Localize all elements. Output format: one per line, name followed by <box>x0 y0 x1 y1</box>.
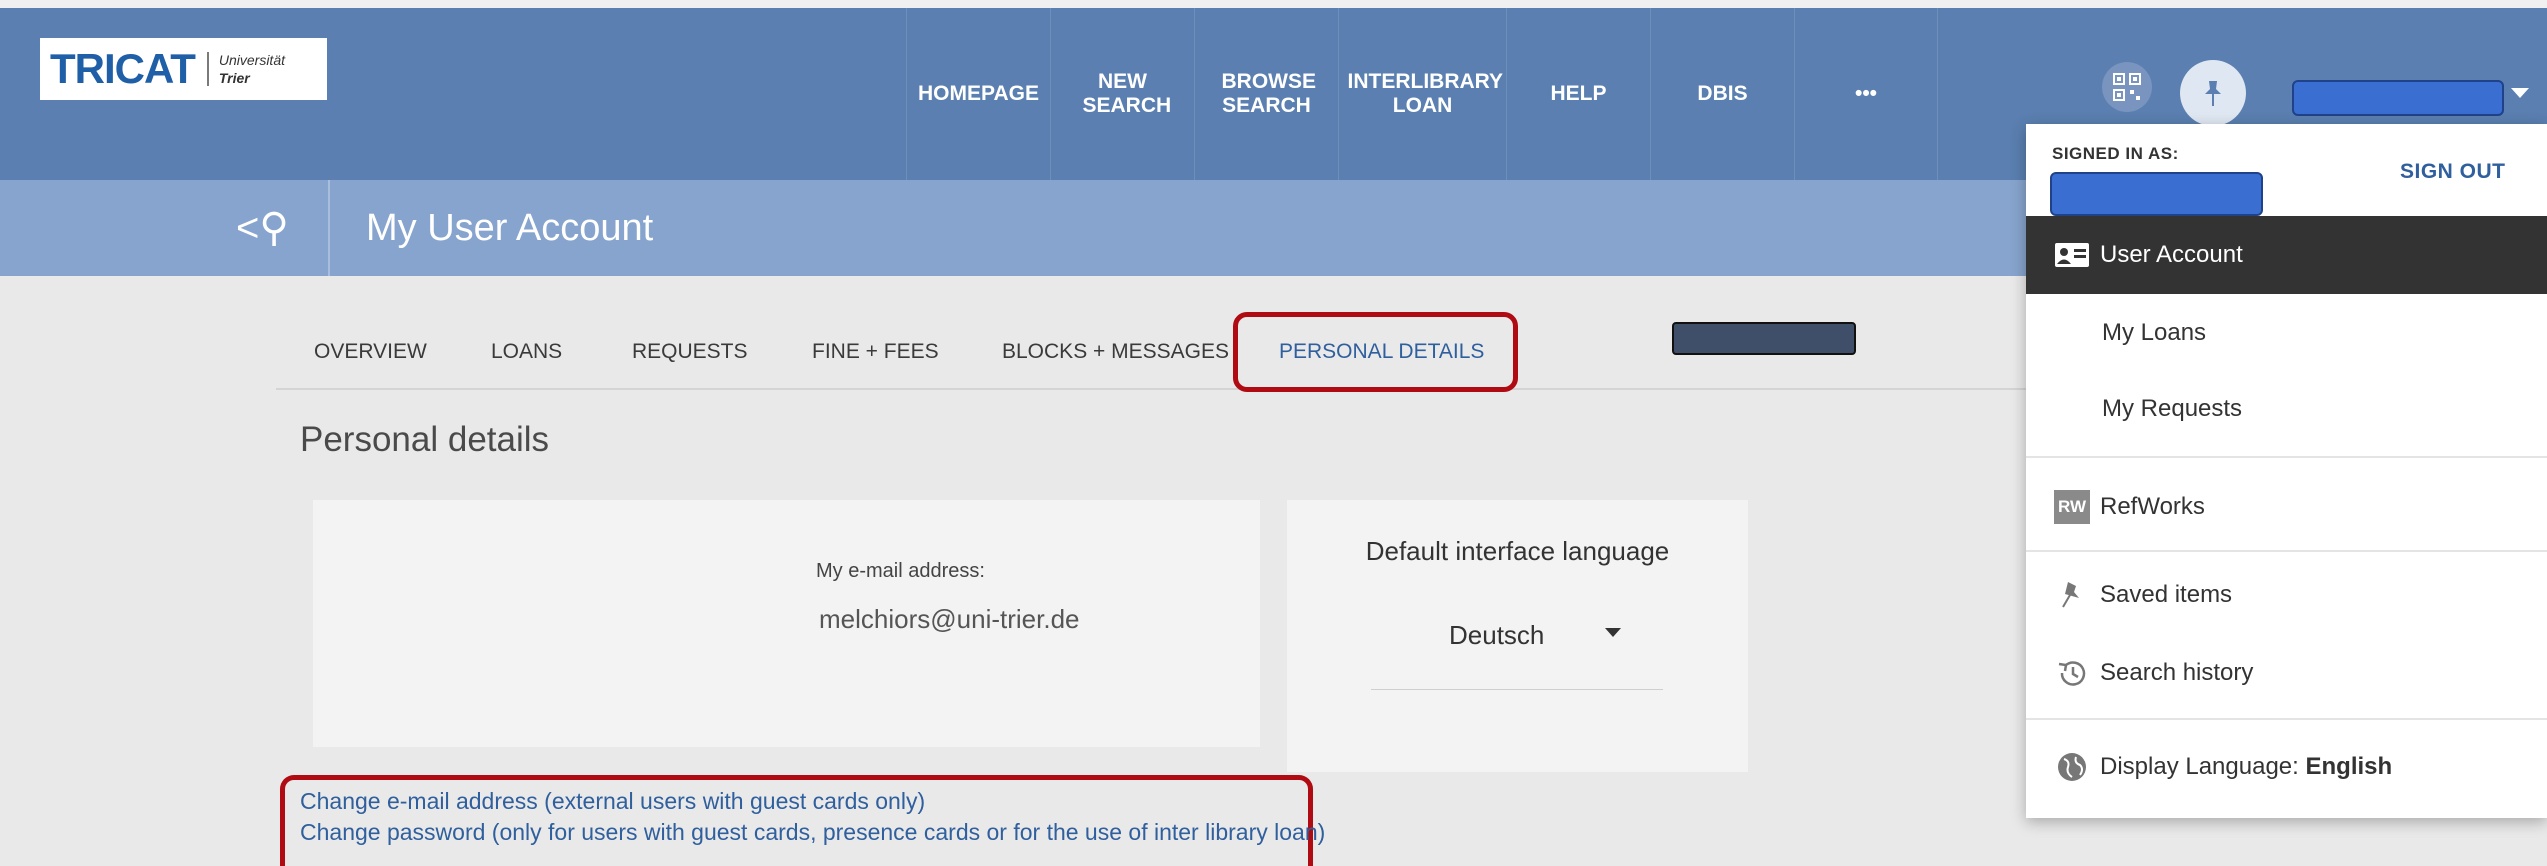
logo-university-line1: Universität <box>218 52 285 68</box>
nav-dbis[interactable]: DBIS <box>1650 8 1794 180</box>
id-card-icon <box>2052 242 2092 268</box>
tab-overview[interactable]: OVERVIEW <box>314 340 427 364</box>
browser-top-strip <box>0 0 2547 8</box>
pin-icon <box>2052 580 2092 610</box>
menu-item-user-account-label: User Account <box>2100 241 2243 268</box>
nav-browse-search[interactable]: BROWSE SEARCH <box>1194 8 1338 180</box>
refworks-badge: RW <box>2054 490 2090 524</box>
signed-in-username <box>2050 172 2263 216</box>
menu-item-my-requests[interactable]: My Requests <box>2026 370 2547 448</box>
section-title: Personal details <box>300 420 550 459</box>
menu-item-refworks-label: RefWorks <box>2100 493 2205 520</box>
refworks-icon: RW <box>2052 490 2092 524</box>
language-title: Default interface language <box>1365 536 1670 566</box>
main-nav: HOMEPAGE NEW SEARCH BROWSE SEARCH INTERL… <box>906 8 1938 180</box>
signed-in-label: SIGNED IN AS: <box>2052 144 2179 163</box>
display-language-prefix: Display Language: <box>2100 753 2306 780</box>
user-dropdown-menu: SIGNED IN AS: SIGN OUT User Account My L… <box>2026 124 2547 818</box>
email-value: melchiors@uni-trier.de <box>819 604 1080 634</box>
nav-dbis-label: DBIS <box>1697 82 1748 105</box>
tab-requests[interactable]: REQUESTS <box>632 340 748 364</box>
logo-university-line2: Trier <box>218 70 250 86</box>
menu-item-my-requests-label: My Requests <box>2102 395 2243 422</box>
nav-help-label: HELP <box>1550 82 1607 105</box>
sub-header-divider <box>328 180 330 276</box>
nav-interlibrary-loan-label: INTERLIBRARY LOAN <box>1347 70 1504 117</box>
menu-item-user-account[interactable]: User Account <box>2026 216 2547 294</box>
nav-help[interactable]: HELP <box>1506 8 1650 180</box>
nav-more[interactable]: ••• <box>1794 8 1938 180</box>
menu-item-my-loans[interactable]: My Loans <box>2026 294 2547 372</box>
change-password-link[interactable]: Change password (only for users with gue… <box>300 819 1325 846</box>
nav-new-search-label: NEW SEARCH <box>1082 70 1172 117</box>
history-icon <box>2052 658 2092 688</box>
tricat-logo[interactable]: TRICAT Universität Trier <box>40 38 327 100</box>
nav-browse-search-label: BROWSE SEARCH <box>1221 70 1317 117</box>
nav-homepage[interactable]: HOMEPAGE <box>906 8 1050 180</box>
language-select-value: Deutsch <box>1449 620 1545 650</box>
more-icon: ••• <box>1854 82 1878 105</box>
menu-divider <box>2026 718 2547 720</box>
menu-item-search-history[interactable]: Search history <box>2026 634 2547 712</box>
tab-fines[interactable]: FINE + FEES <box>812 340 939 364</box>
menu-item-saved-items[interactable]: Saved items <box>2026 556 2547 634</box>
change-email-link[interactable]: Change e-mail address (external users wi… <box>300 788 925 815</box>
sign-out-button[interactable]: SIGN OUT <box>2400 160 2506 184</box>
nav-new-search[interactable]: NEW SEARCH <box>1050 8 1194 180</box>
menu-divider <box>2026 550 2547 552</box>
tab-blocks[interactable]: BLOCKS + MESSAGES <box>1002 340 1229 364</box>
menu-item-refworks[interactable]: RW RefWorks <box>2026 468 2547 546</box>
menu-item-saved-items-label: Saved items <box>2100 581 2233 608</box>
language-select[interactable]: Deutsch <box>1371 618 1663 690</box>
redacted-tab[interactable] <box>1672 322 1856 355</box>
nav-interlibrary-loan[interactable]: INTERLIBRARY LOAN <box>1338 8 1506 180</box>
logo-university: Universität Trier <box>219 51 285 87</box>
user-menu-button[interactable] <box>2292 80 2504 116</box>
back-to-search-icon[interactable]: <⚲ <box>236 206 296 250</box>
language-card: Default interface language Deutsch <box>1287 500 1748 772</box>
nav-homepage-label: HOMEPAGE <box>918 82 1039 105</box>
chevron-down-icon[interactable] <box>2511 88 2529 98</box>
menu-item-display-language-label: Display Language: English <box>2100 753 2392 781</box>
globe-icon <box>2052 751 2092 783</box>
menu-item-display-language[interactable]: Display Language: English <box>2026 728 2547 806</box>
logo-wordmark: TRICAT <box>50 45 196 92</box>
annotation-highlight-tab <box>1233 312 1518 392</box>
tab-loans[interactable]: LOANS <box>491 340 562 364</box>
menu-item-search-history-label: Search history <box>2100 659 2254 686</box>
qr-code-icon[interactable] <box>2102 62 2152 112</box>
display-language-value: English <box>2305 753 2393 780</box>
email-card: My e-mail address: melchiors@uni-trier.d… <box>313 500 1260 747</box>
email-label: My e-mail address: <box>816 560 985 582</box>
menu-divider <box>2026 456 2547 458</box>
page-title: My User Account <box>366 207 654 249</box>
menu-item-my-loans-label: My Loans <box>2102 319 2207 346</box>
logo-separator <box>206 52 209 86</box>
pin-icon[interactable] <box>2180 60 2246 126</box>
caret-down-icon <box>1605 628 1621 637</box>
